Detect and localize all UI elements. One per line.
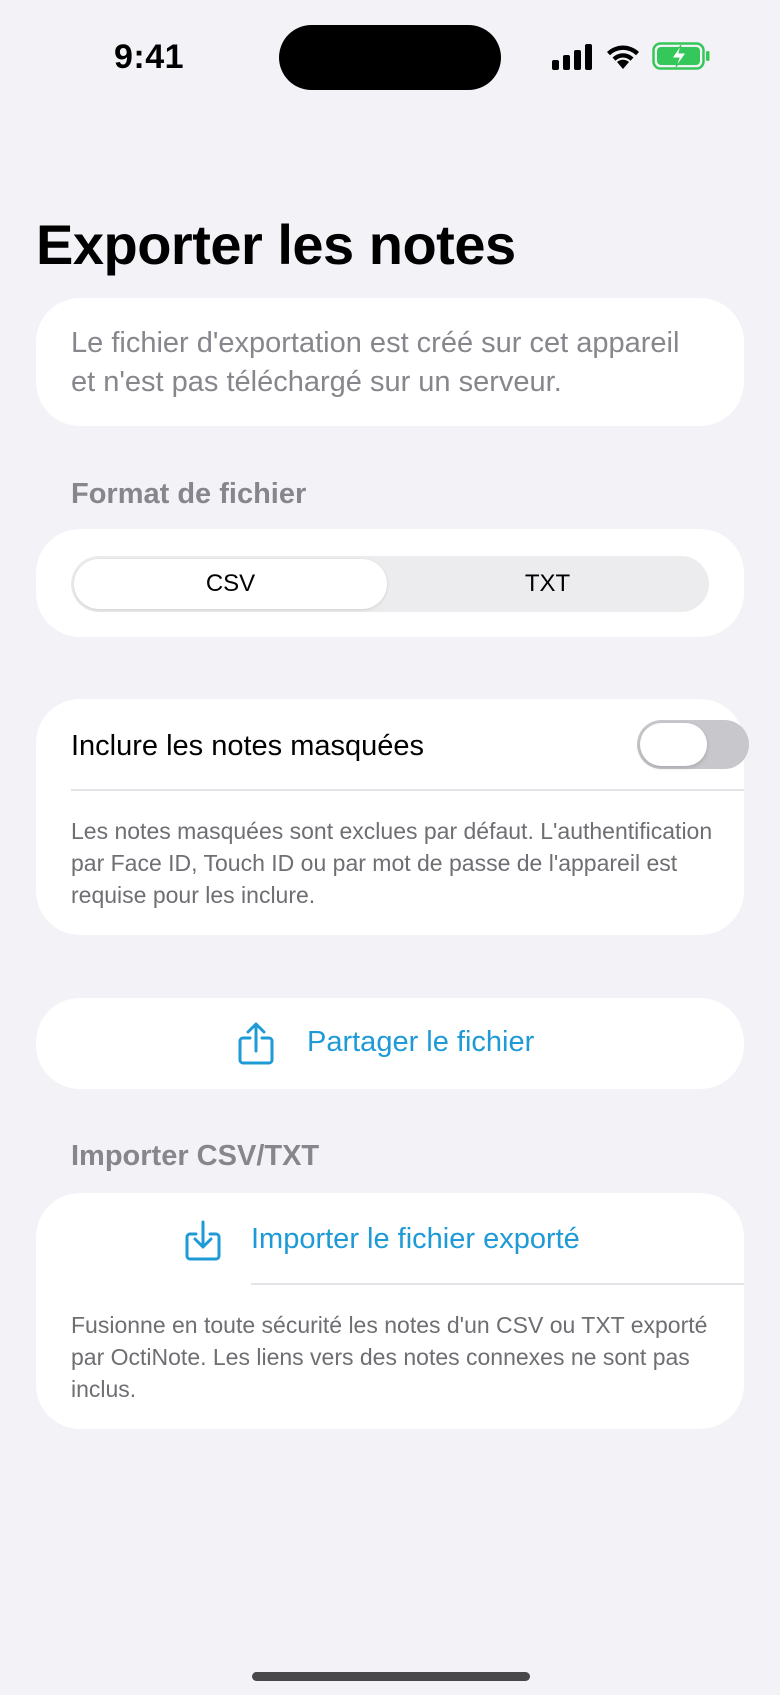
include-hidden-label: Inclure les notes masquées [71,730,425,762]
battery-charging-icon [652,42,710,70]
format-segmented-control[interactable]: CSV TXT [71,556,709,612]
info-card: Le fichier d'exportation est créé sur ce… [36,298,744,426]
segment-txt[interactable]: TXT [391,559,704,609]
divider [71,789,744,791]
format-section-header: Format de fichier [71,478,307,510]
hidden-notes-footnote: Les notes masquées sont exclues par défa… [71,818,713,908]
format-card: CSV TXT [36,529,744,637]
page-title: Exporter les notes [36,213,516,276]
toggle-knob [640,723,707,766]
dynamic-island [279,25,501,90]
segment-csv[interactable]: CSV [74,559,387,609]
import-footnote: Fusionne en toute sécurité les notes d'u… [71,1312,708,1402]
divider [251,1283,744,1285]
import-section-header: Importer CSV/TXT [71,1140,320,1172]
include-hidden-toggle[interactable] [637,720,749,769]
status-bar: 9:41 [0,0,780,120]
import-icon[interactable] [183,1219,223,1263]
cellular-signal-icon [552,44,592,70]
hidden-notes-card: Inclure les notes masquées Les notes mas… [36,699,749,935]
home-indicator[interactable] [252,1672,530,1681]
info-text: Le fichier d'exportation est créé sur ce… [71,327,680,398]
import-card: Importer le fichier exporté Fusionne en … [36,1193,744,1429]
share-icon [238,1022,274,1065]
import-file-button[interactable]: Importer le fichier exporté [251,1223,580,1256]
wifi-icon [607,45,639,69]
share-file-label: Partager le fichier [307,1026,535,1058]
status-time: 9:41 [114,38,185,76]
share-file-button[interactable]: Partager le fichier [36,998,744,1089]
